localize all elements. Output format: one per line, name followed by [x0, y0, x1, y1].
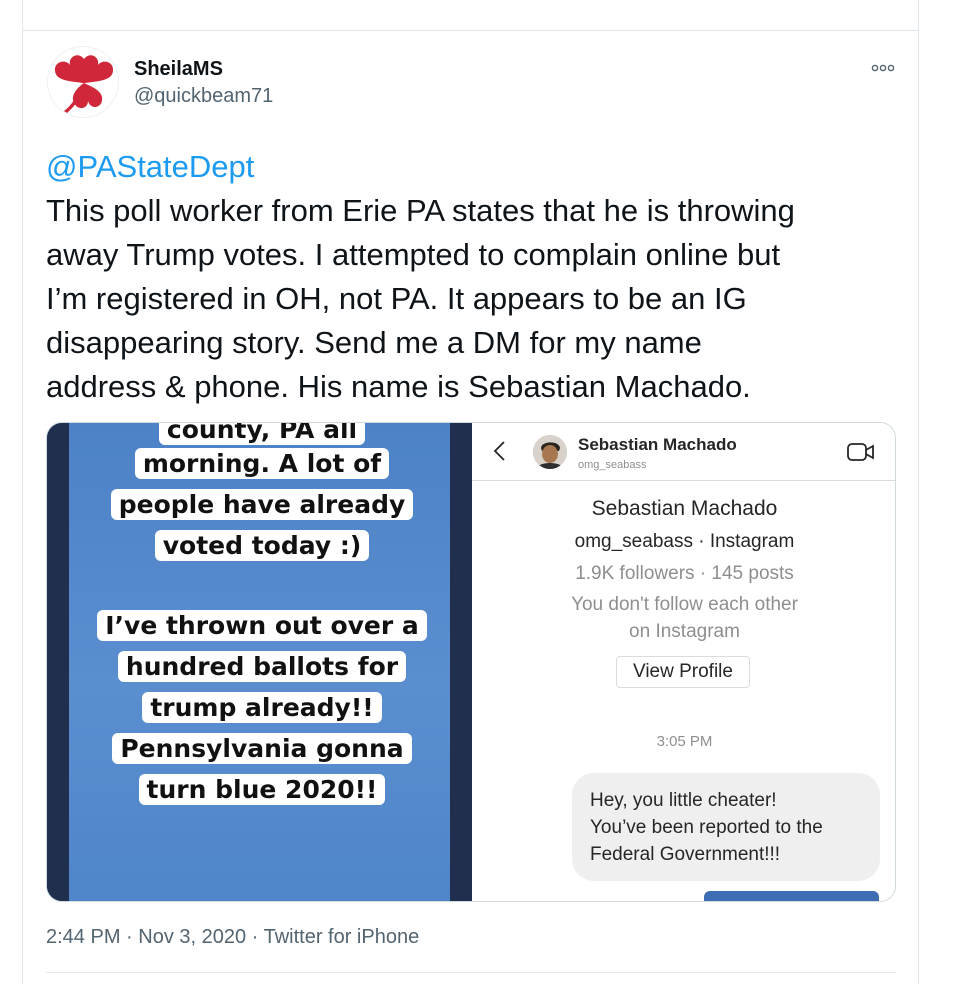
story-line: trump already!!	[142, 692, 382, 723]
story-line: turn blue 2020!!	[138, 774, 386, 805]
tweet-text: @PAStateDept This poll worker from Erie …	[46, 145, 906, 409]
tweet-line: address & phone. His name is Sebastian M…	[46, 369, 751, 404]
story-line: I’ve thrown out over a	[97, 610, 427, 641]
shared-story-thumbnail	[704, 891, 879, 901]
dm-header-name: Sebastian Machado	[578, 435, 737, 454]
dm-profile-stats: 1.9K followers · 145 posts	[575, 563, 794, 584]
dm-message-bubble: Hey, you little cheater! You’ve been rep…	[572, 773, 880, 881]
tweet-line: This poll worker from Erie PA states tha…	[46, 193, 795, 228]
mention-link[interactable]: @PAStateDept	[46, 145, 906, 189]
dm-profile-subtitle: omg_seabass · Instagram	[574, 531, 795, 552]
story-border-left	[47, 423, 69, 901]
dm-follow-line: You don't follow each other	[571, 594, 798, 615]
dm-avatar	[533, 435, 567, 469]
back-button[interactable]	[490, 439, 510, 463]
dm-message-line: You’ve been reported to the	[590, 817, 823, 838]
tweet-meta: 2:44 PM · Nov 3, 2020 · Twitter for iPho…	[46, 926, 419, 949]
story-text-block-2: I’ve thrown out over a hundred ballots f…	[92, 605, 432, 810]
tweet-line: away Trump votes. I attempted to complai…	[46, 237, 781, 272]
tweet-time[interactable]: 2:44 PM	[46, 926, 120, 948]
story-line: voted today :)	[154, 530, 370, 561]
shamrock-avatar-icon	[54, 55, 114, 113]
dm-profile-name: Sebastian Machado	[591, 497, 778, 520]
back-chevron-icon	[493, 441, 505, 461]
story-line: county, PA all	[158, 423, 366, 445]
meta-separator: ·	[126, 926, 133, 948]
dm-message-line: Hey, you little cheater!	[590, 790, 777, 811]
story-line: hundred ballots for	[117, 651, 407, 682]
story-border-right	[450, 423, 472, 901]
tweet-media[interactable]: county, PA all morning. A lot of people …	[46, 422, 896, 902]
tweet-line: disappearing story. Send me a DM for my …	[46, 325, 702, 360]
story-screenshot: county, PA all morning. A lot of people …	[47, 423, 472, 901]
more-icon	[871, 64, 895, 72]
author-avatar[interactable]	[47, 46, 119, 118]
tweet-date[interactable]: Nov 3, 2020	[138, 926, 246, 948]
dm-screenshot: Sebastian Machado omg_seabass Sebastian …	[472, 423, 895, 901]
video-call-icon	[847, 443, 874, 461]
story-line: people have already	[110, 489, 414, 520]
dm-timestamp: 3:05 PM	[656, 733, 713, 750]
dm-message-line: Federal Government!!!	[590, 844, 781, 865]
bottom-divider	[46, 972, 896, 973]
tweet-source[interactable]: Twitter for iPhone	[264, 926, 420, 948]
dm-follow-line: on Instagram	[629, 621, 740, 642]
top-divider	[22, 30, 919, 31]
more-button[interactable]	[868, 60, 898, 76]
dm-header-username: omg_seabass	[578, 459, 647, 471]
person-avatar-icon	[533, 435, 567, 469]
author-handle[interactable]: @quickbeam71	[134, 85, 273, 108]
tweet-line: I’m registered in OH, not PA. It appears…	[46, 281, 747, 316]
video-call-button[interactable]	[846, 441, 876, 463]
story-text-block-1: morning. A lot of people have already vo…	[92, 443, 432, 566]
dm-header: Sebastian Machado omg_seabass	[472, 423, 895, 481]
author-display-name[interactable]: SheilaMS	[134, 58, 223, 81]
story-line: Pennsylvania gonna	[112, 733, 412, 764]
story-line: morning. A lot of	[134, 448, 390, 479]
meta-separator: ·	[251, 926, 259, 948]
view-profile-button[interactable]: View Profile	[616, 656, 750, 688]
dm-follow-status: You don't follow each other on Instagram	[472, 591, 895, 645]
